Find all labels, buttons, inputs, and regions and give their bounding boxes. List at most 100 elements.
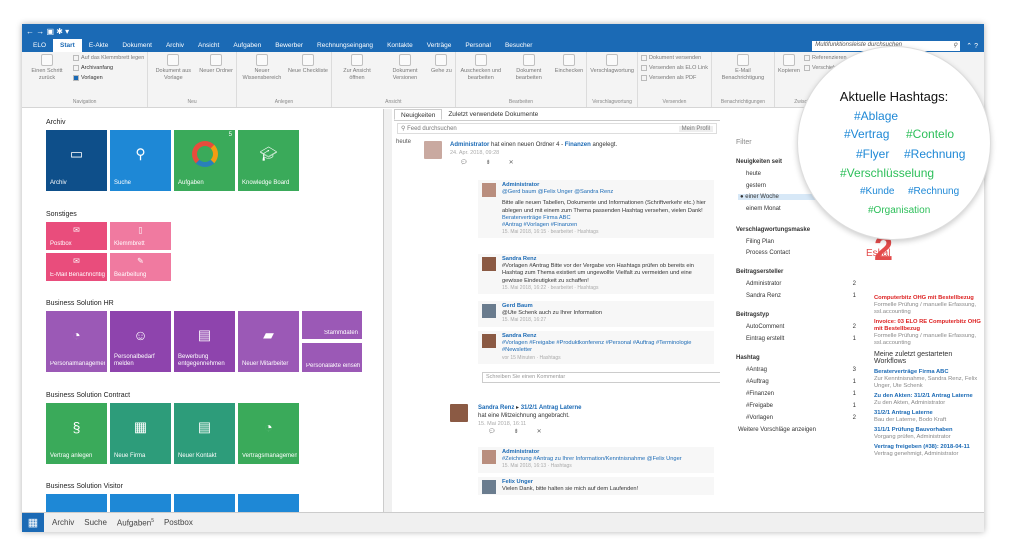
new-checklist-button[interactable]: Neue Checkliste xyxy=(288,54,328,75)
menu-besucher[interactable]: Besucher xyxy=(498,39,539,52)
checkin-button[interactable]: Einchecken xyxy=(555,54,583,75)
left-scrollbar[interactable] xyxy=(384,109,392,512)
tile-vertrag-anlegen[interactable]: § Vertrag anlegen xyxy=(46,403,107,464)
menu-kontakte[interactable]: Kontakte xyxy=(380,39,420,52)
menu-ansicht[interactable]: Ansicht xyxy=(191,39,226,52)
tile-knowledge-board[interactable]: 🎓︎ Knowledge Board xyxy=(238,130,299,191)
bottom-item-aufgaben[interactable]: Aufgaben5 xyxy=(117,518,154,528)
tile-visitor-4[interactable] xyxy=(238,494,299,512)
target-link[interactable]: 31/2/1 Antrag Laterne xyxy=(521,405,582,411)
tile-personalakte[interactable]: Personalakte einsehen xyxy=(302,343,362,372)
escalation-item[interactable]: Invoice: 03 ELO RE Computerbitz OHG mit … xyxy=(874,319,982,333)
my-profile-button[interactable]: Mein Profil xyxy=(678,125,713,132)
tile-suche[interactable]: ⚲ Suche xyxy=(110,130,171,191)
menu-start[interactable]: Start xyxy=(53,39,82,52)
comment-icon[interactable]: 💬︎ xyxy=(460,159,468,167)
menu-personal[interactable]: Personal xyxy=(458,39,498,52)
comment-icon[interactable]: 💬︎ xyxy=(488,428,496,436)
filter-option[interactable]: #Freigabe 1 xyxy=(746,403,856,409)
tile-stammdaten[interactable]: Stammdaten ändern xyxy=(302,311,362,339)
tile-visitor-3[interactable] xyxy=(174,494,235,512)
tile-visitor-1[interactable] xyxy=(46,494,107,512)
hashtag[interactable]: #Organisation xyxy=(868,205,930,216)
copy-button[interactable]: Kopieren xyxy=(778,54,800,75)
hashtag[interactable]: #Contelo xyxy=(906,127,954,141)
tile-postbox[interactable]: ✉ Postbox xyxy=(46,222,107,250)
menu-dokument[interactable]: Dokument xyxy=(115,39,159,52)
help-icon[interactable]: ⌃ ? xyxy=(960,42,984,50)
bottom-item-suche[interactable]: Suche xyxy=(84,518,107,527)
send-document-button[interactable]: Dokument versenden xyxy=(640,54,708,62)
more-suggestions-link[interactable]: Weitere Vorschläge anzeigen xyxy=(738,427,856,433)
hashtag[interactable]: #Vertrag xyxy=(844,127,889,141)
menu-rechnungseingang[interactable]: Rechnungseingang xyxy=(310,39,380,52)
filter-option[interactable]: #Finanzen 1 xyxy=(746,391,856,397)
filter-option[interactable]: Administrator 2 xyxy=(746,281,856,287)
open-view-button[interactable]: Zur Ansicht öffnen xyxy=(335,54,379,82)
close-icon[interactable]: ✕ xyxy=(509,159,514,167)
goto-button[interactable]: Gehe zu xyxy=(431,54,452,75)
hashtag[interactable]: #Rechnung xyxy=(904,147,965,161)
tile-neuer-mitarbeiter[interactable]: ▰ Neuer Mitarbeiter xyxy=(238,311,299,372)
tab-zuletzt-verwendet[interactable]: Zuletzt verwendete Dokumente xyxy=(442,109,544,120)
send-elo-link-button[interactable]: Versenden als ELO Link xyxy=(640,64,708,72)
bottom-item-postbox[interactable]: Postbox xyxy=(164,518,193,527)
hashtag[interactable]: #Kunde xyxy=(860,186,894,197)
post-author[interactable]: Sandra Renz xyxy=(478,405,514,411)
templates-button[interactable]: Vorlagen xyxy=(73,74,144,82)
tile-visitor-2[interactable] xyxy=(110,494,171,512)
workflow-item[interactable]: 31/2/1 Antrag Laterne xyxy=(874,410,982,417)
send-pdf-button[interactable]: Versenden als PDF xyxy=(640,74,708,82)
filter-option[interactable]: #Antrag 3 xyxy=(746,367,856,373)
filter-option[interactable]: #Vorlagen 2 xyxy=(746,415,856,421)
tile-neuer-kontakt[interactable]: ▤ Neuer Kontakt xyxy=(174,403,235,464)
workflow-item[interactable]: 31/1/1 Prüfung Bauvorhaben xyxy=(874,427,982,434)
edit-document-button[interactable]: Dokument bearbeiten xyxy=(507,54,551,82)
new-folder-button[interactable]: Neuer Ordner xyxy=(199,54,233,75)
hashtag[interactable]: #Verschlüsselung xyxy=(840,166,934,180)
tile-email-benachrichtigung[interactable]: ✉E-Mail Benachrichtigung xyxy=(46,253,107,281)
post-author[interactable]: Administrator xyxy=(450,142,489,148)
pin-icon[interactable]: ⇟ xyxy=(514,428,519,436)
clipboard-button[interactable]: Auf das Klemmbrett legen xyxy=(73,54,144,62)
tile-klemmbrett[interactable]: ▯ Klemmbrett xyxy=(110,222,171,250)
workflow-item[interactable]: Beraterverträge Firma ABC xyxy=(874,369,982,376)
filter-option[interactable]: Eintrag erstellt 1 xyxy=(746,336,856,342)
archive-start-button[interactable]: Archivanfang xyxy=(73,64,144,72)
workflow-item[interactable]: Zu den Akten: 31/2/1 Antrag Laterne xyxy=(874,393,982,400)
filter-option[interactable]: Sandra Renz 1 xyxy=(746,293,856,299)
hashtag[interactable]: #Flyer xyxy=(856,147,889,161)
menu-e-akte[interactable]: E-Akte xyxy=(82,39,116,52)
quick-access-icons[interactable]: ← → ▣ ✱ ▾ xyxy=(26,27,69,36)
tile-vertragsmanagement[interactable]: ◔ Vertragsmanagement xyxy=(238,403,299,464)
workflow-item[interactable]: Vertrag freigeben (#38): 2018-04-11 xyxy=(874,444,982,451)
menu-archiv[interactable]: Archiv xyxy=(159,39,191,52)
escalation-item[interactable]: Computerbitz OHG mit Bestellbezug xyxy=(874,295,982,302)
document-versions-button[interactable]: Dokument Versionen xyxy=(383,54,427,82)
document-from-template-button[interactable]: Dokument aus Vorlage xyxy=(151,54,195,82)
bottom-item-archiv[interactable]: Archiv xyxy=(52,518,74,527)
tab-neuigkeiten[interactable]: Neuigkeiten xyxy=(394,109,443,120)
menu-vertraege[interactable]: Verträge xyxy=(420,39,459,52)
hashtag[interactable]: #Ablage xyxy=(854,109,898,123)
hashtag[interactable]: #Rechnung xyxy=(908,186,959,197)
feed-search-input[interactable]: ⚲ Feed durchsuchen Mein Profil xyxy=(397,123,717,134)
tile-archiv[interactable]: ▭ Archiv xyxy=(46,130,107,191)
close-icon[interactable]: ✕ xyxy=(537,428,542,436)
filter-option[interactable]: AutoComment 2 xyxy=(746,324,856,330)
tile-neue-firma[interactable]: ▦ Neue Firma xyxy=(110,403,171,464)
new-knowledge-area-button[interactable]: Neuer Wissensbereich xyxy=(240,54,284,82)
filter-option[interactable]: #Auftrag 1 xyxy=(746,379,856,385)
tile-aufgaben[interactable]: 5 Aufgaben xyxy=(174,130,235,191)
app-grid-icon[interactable]: ▦ xyxy=(22,512,44,532)
tile-bearbeitung[interactable]: ✎ Bearbeitung xyxy=(110,253,171,281)
menu-bewerber[interactable]: Bewerber xyxy=(268,39,310,52)
comment-input[interactable]: Schreiben Sie einen Kommentar xyxy=(482,372,720,383)
checkout-edit-button[interactable]: Auschecken und bearbeiten xyxy=(459,54,503,82)
email-notification-button[interactable]: E-Mail Benachrichtigung xyxy=(715,54,771,82)
pin-icon[interactable]: ⇟ xyxy=(486,159,491,167)
keywording-button[interactable]: Verschlagwortung xyxy=(590,54,634,75)
filter-option[interactable]: Process Contact xyxy=(746,250,856,256)
tile-personalbedarf[interactable]: ☺ Personalbedarf melden xyxy=(110,311,171,372)
menu-elo[interactable]: ELO xyxy=(26,39,53,52)
